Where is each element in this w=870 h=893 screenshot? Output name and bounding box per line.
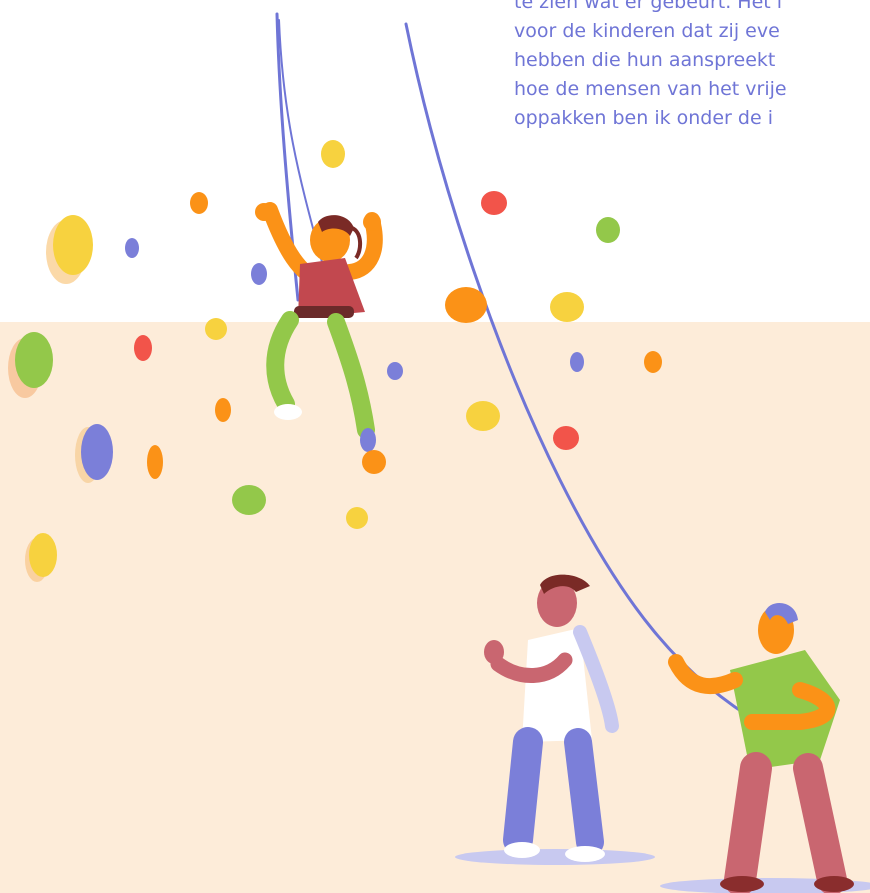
hold-yellow-bottom xyxy=(346,507,368,529)
hold-blue-left xyxy=(75,424,113,483)
hold-red-center xyxy=(553,426,579,450)
hold-green-left xyxy=(8,332,53,398)
hold-orange-large xyxy=(445,287,487,323)
hold-yellow-center xyxy=(466,401,500,431)
hold-green-bottom xyxy=(232,485,266,515)
climbing-holds xyxy=(8,140,662,582)
hold-yellow-right xyxy=(550,292,584,322)
hold-orange-small xyxy=(190,192,208,214)
hold-blue-right xyxy=(570,352,584,372)
climber-figure xyxy=(255,202,386,474)
child-watching xyxy=(455,574,655,865)
hold-green-right xyxy=(596,217,620,243)
hold-red-right xyxy=(481,191,507,215)
hold-yellow-mid xyxy=(205,318,227,340)
belayer-figure xyxy=(660,602,870,893)
hold-blue-small-2 xyxy=(387,362,403,380)
hold-blue-small xyxy=(125,238,139,258)
hold-red-left xyxy=(134,335,152,361)
climbing-scene-illustration xyxy=(8,12,870,893)
hold-orange-tall xyxy=(147,445,163,479)
hold-yellow-top xyxy=(321,140,345,168)
hold-yellow-large xyxy=(46,215,93,284)
hold-orange-mid xyxy=(215,398,231,422)
hold-orange-right xyxy=(644,351,662,373)
hold-yellow-bottom-left xyxy=(25,533,57,582)
hold-blue-mid xyxy=(251,263,267,285)
belay-rope xyxy=(404,22,774,732)
